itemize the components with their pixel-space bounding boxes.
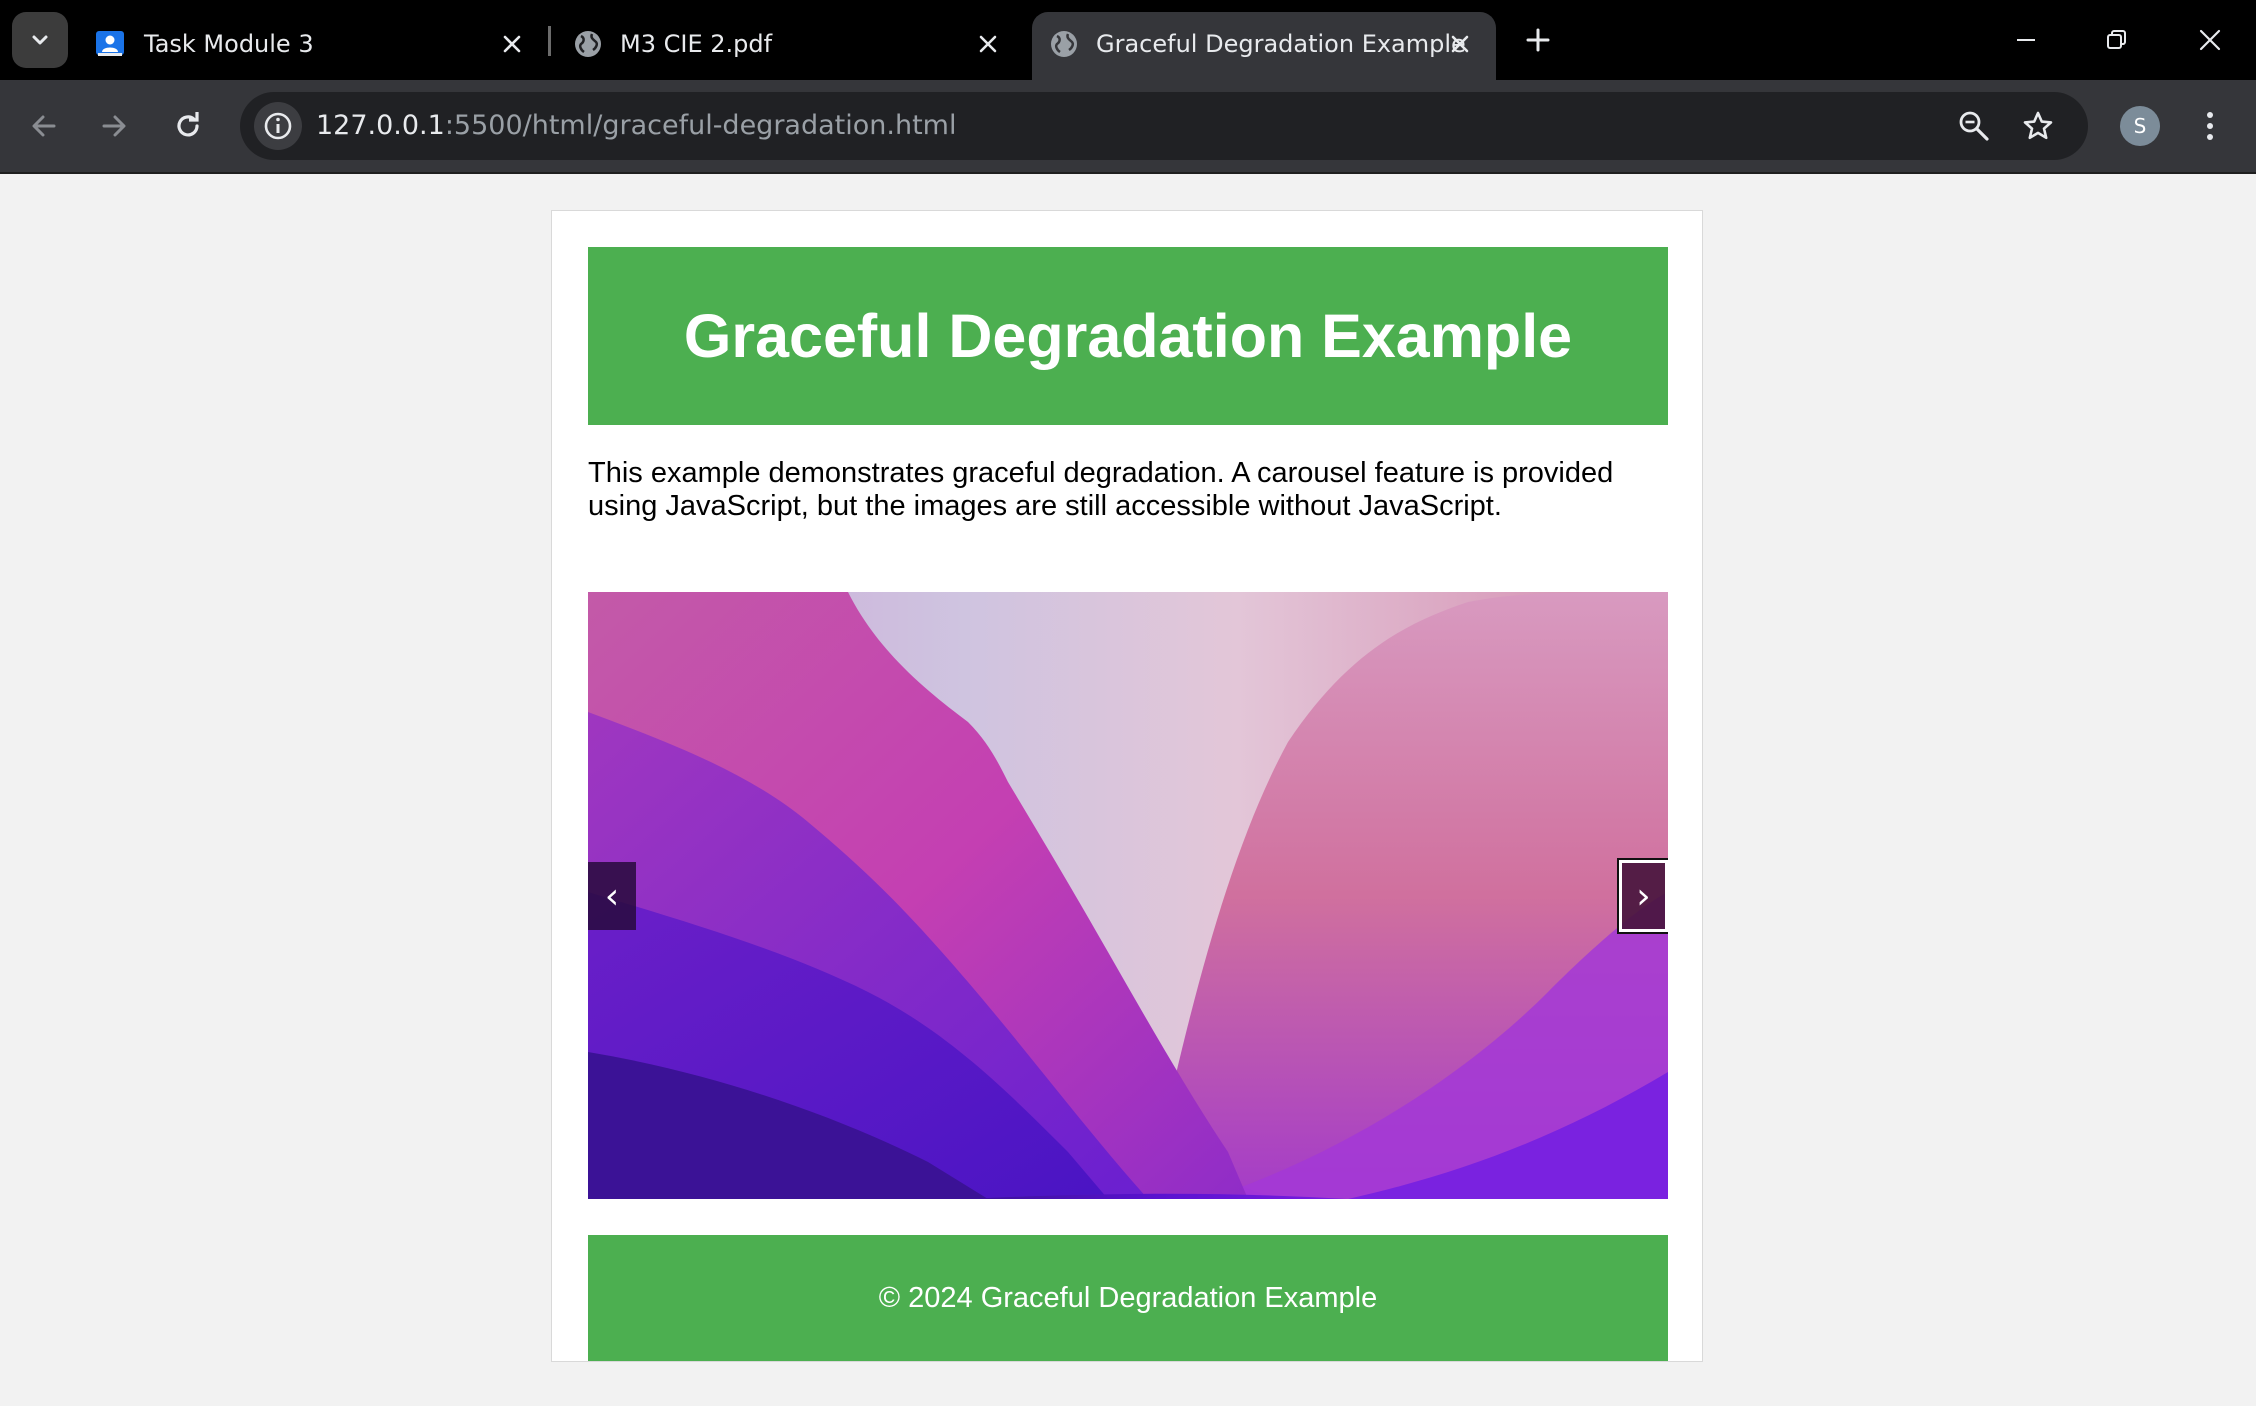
reload-icon [177, 112, 199, 137]
page-title: Graceful Degradation Example [683, 302, 1573, 370]
restore-button[interactable] [2092, 16, 2140, 64]
footer-text: © 2024 Graceful Degradation Example [878, 1281, 1378, 1314]
tab-graceful-degradation[interactable]: Graceful Degradation Example [1032, 12, 1496, 80]
tab-title: Task Module 3 [144, 30, 314, 58]
zoom-button[interactable] [1950, 102, 1998, 150]
zoom-out-icon [1959, 111, 1989, 141]
url-path: :5500/html/graceful-degradation.html [444, 110, 957, 141]
tab-title: Graceful Degradation Example [1096, 30, 1466, 58]
tab-title: M3 CIE 2.pdf [620, 30, 773, 58]
arrow-right-icon [102, 115, 126, 137]
intro-paragraph: This example demonstrates graceful degra… [588, 457, 1614, 522]
close-icon[interactable] [972, 28, 1004, 60]
browser-menu-button[interactable] [2190, 102, 2230, 150]
minimize-icon [2017, 39, 2035, 41]
page-header: Graceful Degradation Example [588, 247, 1668, 425]
tab-m3-cie-pdf[interactable]: M3 CIE 2.pdf [554, 12, 1024, 80]
info-icon [264, 112, 292, 140]
close-icon[interactable] [496, 28, 528, 60]
reload-button[interactable] [164, 102, 212, 150]
carousel-prev-button[interactable]: ‹ [588, 862, 636, 930]
tab-strip: Task Module 3 M3 CIE 2.pdf Graceful Degr… [0, 0, 2256, 80]
profile-avatar[interactable]: S [2120, 106, 2160, 146]
carousel-image [588, 592, 1668, 1199]
restore-icon [2107, 30, 2126, 49]
tab-task-module[interactable]: Task Module 3 [70, 12, 548, 80]
tab-separator [548, 26, 551, 56]
forward-button[interactable] [90, 102, 138, 150]
globe-icon [575, 31, 601, 57]
plus-icon [1526, 28, 1550, 52]
address-bar[interactable]: 127.0.0.1:5500/html/graceful-degradation… [240, 92, 2088, 160]
page-footer: © 2024 Graceful Degradation Example [588, 1235, 1668, 1361]
url-host: 127.0.0.1 [316, 110, 445, 141]
chevron-down-icon [32, 35, 48, 45]
close-window-button[interactable] [2186, 16, 2234, 64]
classroom-icon [96, 31, 124, 56]
content-card: Graceful Degradation Example This exampl… [551, 210, 1703, 1362]
page-viewport: Graceful Degradation Example This exampl… [0, 174, 2256, 1406]
tab-search-button[interactable] [12, 12, 68, 68]
star-icon [2023, 111, 2053, 140]
avatar-initial: S [2133, 114, 2147, 138]
carousel-next-button[interactable]: › [1617, 858, 1668, 934]
close-icon[interactable] [1444, 28, 1476, 60]
globe-icon [1051, 31, 1077, 57]
url-text[interactable]: 127.0.0.1:5500/html/graceful-degradation… [316, 110, 956, 141]
back-button[interactable] [20, 102, 68, 150]
minimize-button[interactable] [2002, 16, 2050, 64]
arrow-left-icon [32, 115, 56, 137]
bookmark-button[interactable] [2014, 102, 2062, 150]
image-carousel: ‹ › [588, 592, 1668, 1199]
close-icon [2199, 29, 2221, 51]
more-vert-icon [2207, 112, 2213, 140]
browser-toolbar: 127.0.0.1:5500/html/graceful-degradation… [0, 80, 2256, 172]
new-tab-button[interactable] [1518, 20, 1558, 60]
site-info-button[interactable] [254, 102, 302, 150]
